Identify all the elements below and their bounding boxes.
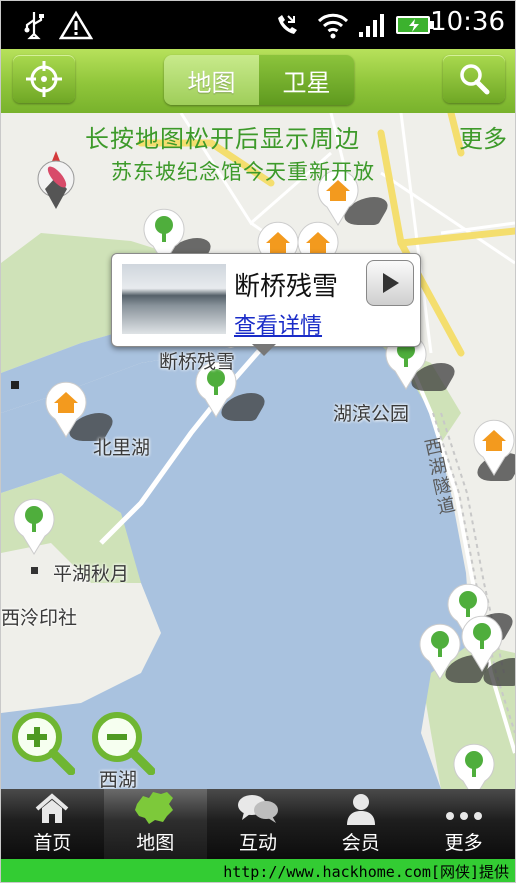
crosshair-icon [26,61,62,97]
map-toolbar: 地图 卫星 [1,49,515,113]
compass-icon[interactable] [33,149,79,211]
status-bar: 10:36 [1,1,515,49]
nav-member-label: 会员 [341,832,380,854]
nav-member[interactable]: 会员 [309,789,412,859]
map-label-beilihu: 北里湖 [93,437,151,459]
map-label-xiling: 西泠印社 [1,607,78,629]
map-label-hubin: 湖滨公园 [333,403,410,425]
house-pin-icon[interactable] [473,419,515,477]
play-icon [383,273,399,293]
search-button[interactable] [443,55,505,103]
map-view[interactable]: 断桥残雪 北里湖 湖滨公园 西湖隧道 平湖秋月 西泠印社 西湖 [1,113,515,789]
source-footer: http://www.hackhome.com[网侠]提供 [1,859,515,882]
nav-home-label: 首页 [33,832,72,854]
tab-map[interactable]: 地图 [164,55,259,105]
map-type-switch: 地图 卫星 [164,55,354,105]
locate-button[interactable] [13,55,75,103]
warning-icon [59,9,93,41]
zoom-out-icon[interactable] [89,709,155,775]
poi-thumbnail [122,264,226,334]
park-pin-icon[interactable] [419,623,461,681]
park-pin-icon[interactable] [461,615,503,673]
user-icon [345,790,377,826]
poi-popup[interactable]: 断桥残雪 查看详情 [111,253,421,356]
tab-satellite[interactable]: 卫星 [259,55,354,105]
nav-map-label: 地图 [136,832,175,854]
poi-details-link[interactable]: 查看详情 [234,308,322,340]
missed-call-icon [273,9,301,41]
map-label-pinghu: 平湖秋月 [53,563,130,585]
bottom-nav: 首页 地图 互动 会员 更多 [1,789,515,859]
status-time: 10:36 [430,7,505,37]
nav-home[interactable]: 首页 [1,789,104,859]
poi-title: 断桥残雪 [234,272,339,302]
usb-icon [19,9,49,41]
poi-play-button[interactable] [366,260,414,306]
popup-tail [252,344,276,356]
footer-text: http://www.hackhome.com[网侠]提供 [223,863,509,881]
zoom-in-icon[interactable] [9,709,75,775]
map-hint: 长按地图松开后显示周边 [85,125,360,153]
battery-icon [395,9,435,41]
house-pin-icon[interactable] [45,381,87,439]
nav-more-label: 更多 [444,832,483,854]
chat-icon [236,790,280,826]
map-notice: 苏东坡纪念馆今天重新开放 [111,160,375,184]
nav-map[interactable]: 地图 [103,789,207,859]
park-pin-icon[interactable] [13,498,55,556]
search-icon [460,64,490,95]
nav-interact-label: 互动 [238,832,277,854]
park-pin-icon[interactable] [453,743,495,789]
map-label-duanqiao: 断桥残雪 [159,351,236,373]
nav-more[interactable]: 更多 [412,789,515,859]
home-icon [34,790,70,826]
nav-interact[interactable]: 互动 [207,789,310,859]
more-icon [444,790,484,826]
app-frame: 10:36 地图 卫星 断桥残雪 北里湖 湖滨公园 西湖隧道 平湖秋月 西泠印社… [0,0,516,883]
signal-icon [357,9,387,41]
china-map-icon [133,790,177,826]
more-link[interactable]: 更多 [459,119,507,154]
wifi-icon [315,9,351,41]
